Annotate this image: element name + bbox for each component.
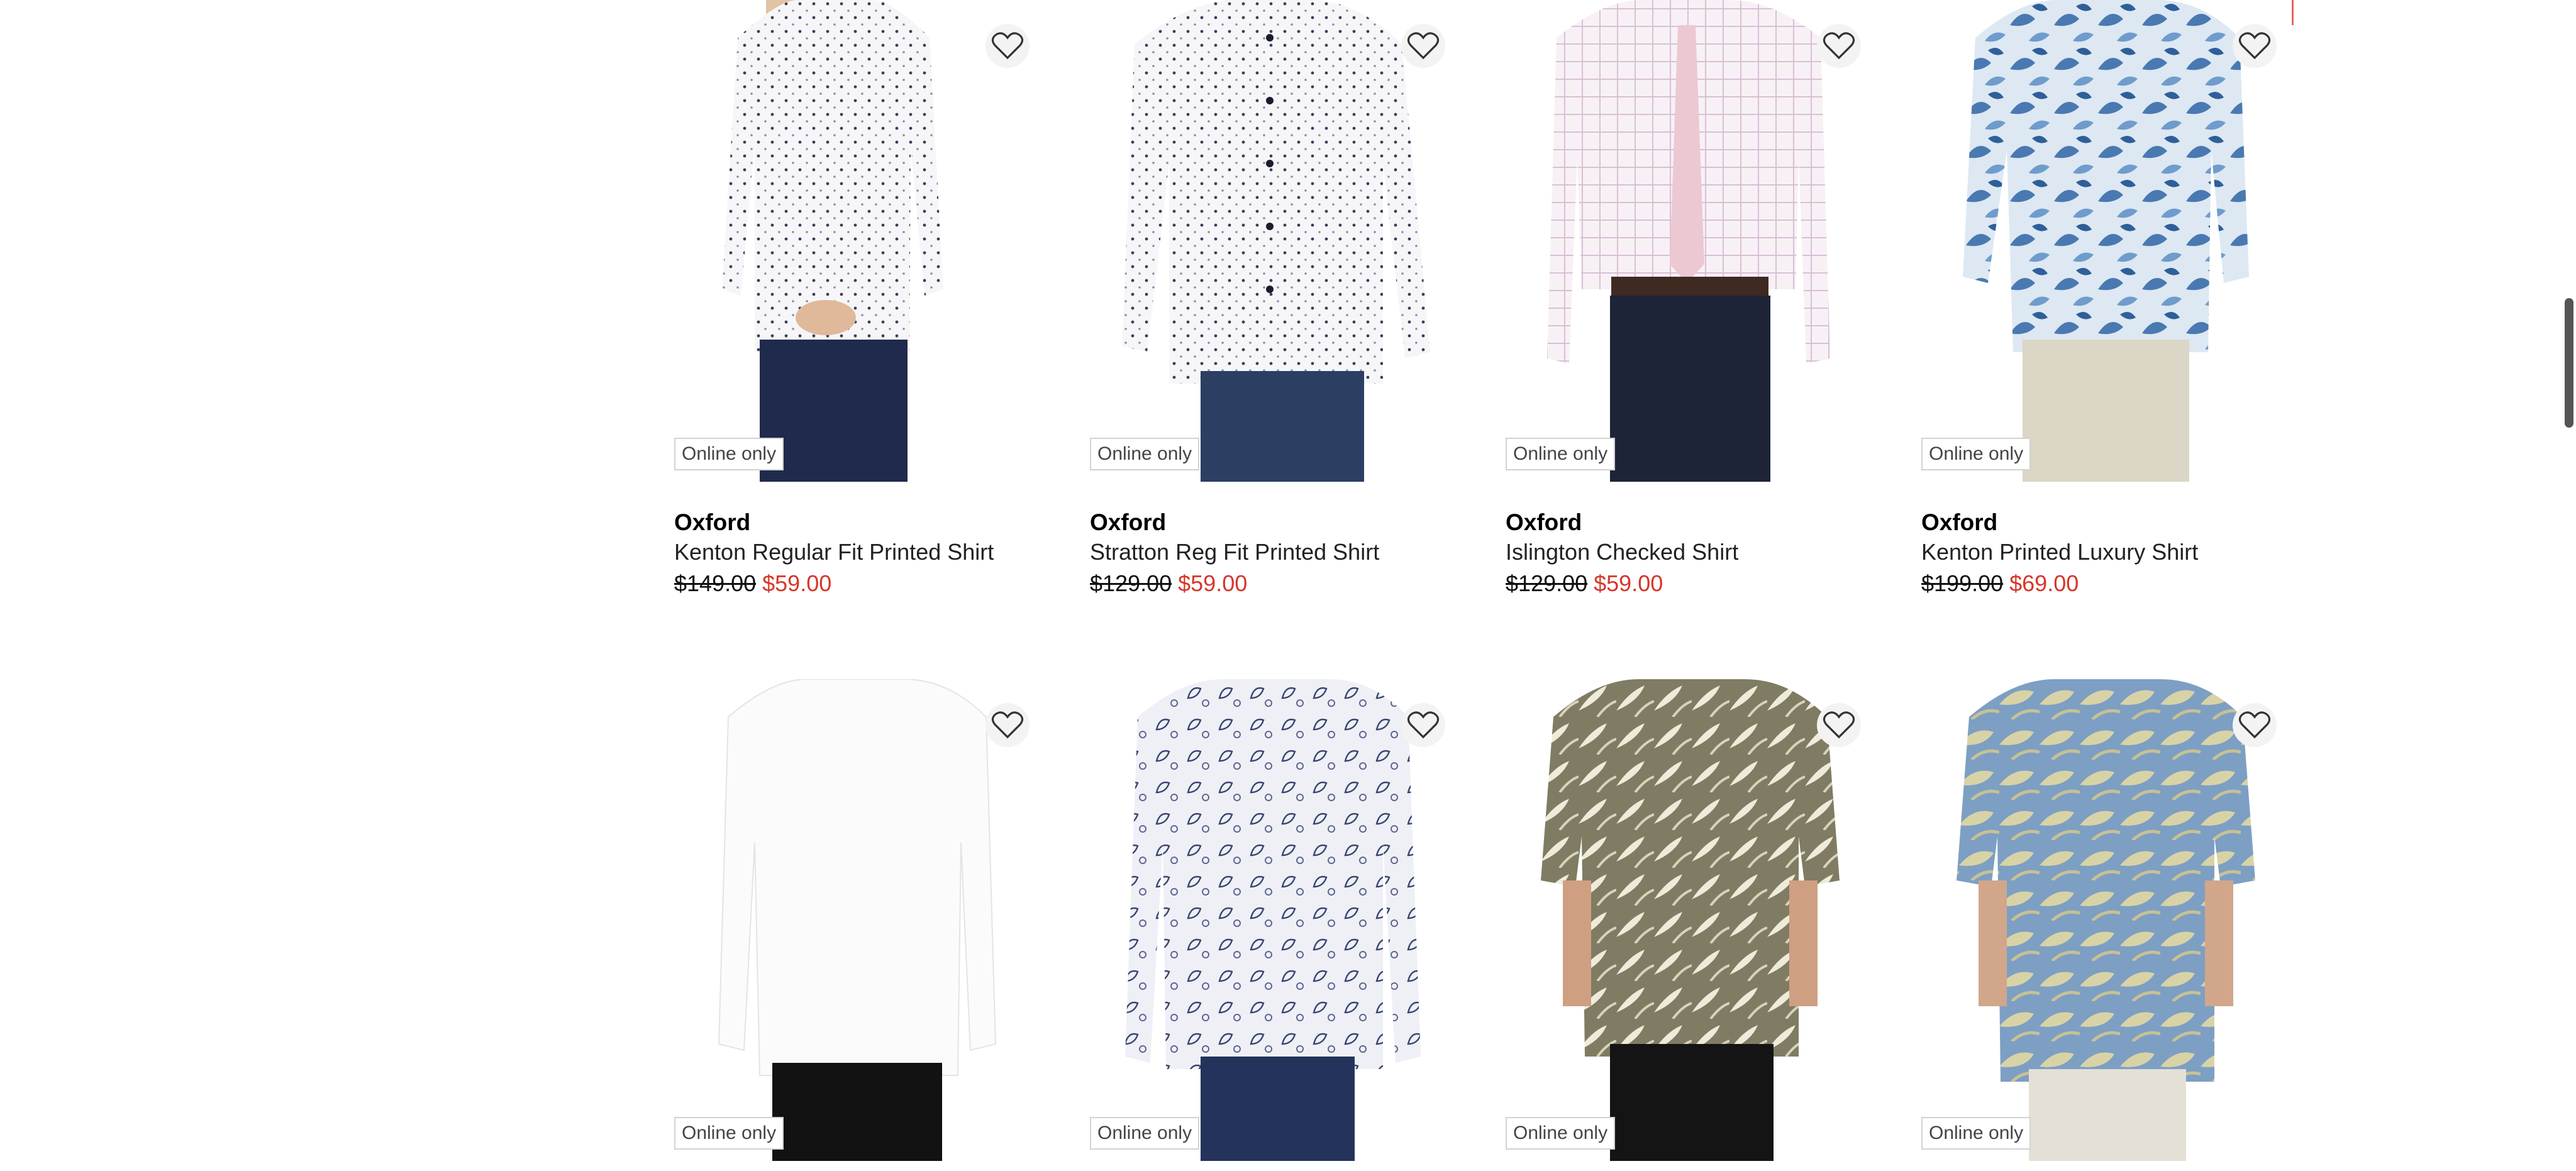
model-photo [1957, 679, 2255, 1161]
wishlist-heart-icon[interactable] [1401, 703, 1445, 747]
wishlist-heart-icon[interactable] [2233, 703, 2277, 747]
online-only-badge: Online only [1506, 438, 1616, 470]
model-photo [1541, 679, 1840, 1161]
sale-price: $59.00 [1178, 570, 1248, 596]
product-name[interactable]: Stratton Reg Fit Printed Shirt [1090, 537, 1379, 567]
online-only-badge: Online only [1506, 1117, 1616, 1150]
original-price: $149.00 [674, 570, 757, 596]
product-price: $129.00 $59.00 [1506, 567, 1738, 600]
product-image[interactable]: Online only [1087, 0, 1462, 482]
scrollbar[interactable] [2560, 0, 2576, 1171]
sale-price: $69.00 [2009, 570, 2079, 596]
online-only-badge: Online only [1090, 438, 1200, 470]
product-brand[interactable]: Oxford [1921, 508, 2198, 537]
model-photo [1122, 0, 1430, 482]
product-image[interactable]: Online only [672, 679, 1046, 1161]
product-name[interactable]: Kenton Printed Luxury Shirt [1921, 537, 2198, 567]
original-price: $129.00 [1090, 570, 1172, 596]
sale-price: $59.00 [1594, 570, 1663, 596]
model-photo [1125, 679, 1421, 1161]
product-brand[interactable]: Oxford [674, 508, 994, 537]
product-name[interactable]: Kenton Regular Fit Printed Shirt [674, 537, 994, 567]
product-brand[interactable]: Oxford [1090, 508, 1379, 537]
wishlist-heart-icon[interactable] [2233, 24, 2277, 68]
product-image[interactable]: Online only [1919, 0, 2293, 482]
model-photo [1963, 0, 2249, 482]
product-price: $199.00 $69.00 [1921, 567, 2198, 600]
online-only-badge: Online only [1090, 1117, 1200, 1150]
original-price: $129.00 [1506, 570, 1588, 596]
wishlist-heart-icon[interactable] [985, 24, 1030, 68]
product-image[interactable]: Online only [1919, 679, 2293, 1161]
online-only-badge: Online only [1921, 438, 2031, 470]
online-only-badge: Online only [1921, 1117, 2031, 1150]
sale-price: $59.00 [762, 570, 832, 596]
product-image[interactable]: Online only [1503, 679, 1877, 1161]
product-image[interactable]: Online only [672, 0, 1046, 482]
online-only-badge: Online only [674, 1117, 784, 1150]
product-image[interactable]: Online only [1503, 0, 1877, 482]
product-price: $129.00 $59.00 [1090, 567, 1379, 600]
online-only-badge: Online only [674, 438, 784, 470]
wishlist-heart-icon[interactable] [985, 703, 1030, 747]
model-photo [1547, 0, 1830, 482]
product-brand[interactable]: Oxford [1506, 508, 1738, 537]
wishlist-heart-icon[interactable] [1817, 24, 1861, 68]
model-photo [722, 0, 943, 482]
original-price: $199.00 [1921, 570, 2004, 596]
wishlist-heart-icon[interactable] [1817, 703, 1861, 747]
product-name[interactable]: Islington Checked Shirt [1506, 537, 1738, 567]
product-image[interactable]: Online only [1087, 679, 1462, 1161]
scrollbar-thumb[interactable] [2565, 298, 2573, 428]
model-photo [718, 679, 997, 1161]
wishlist-heart-icon[interactable] [1401, 24, 1445, 68]
product-price: $149.00 $59.00 [674, 567, 994, 600]
